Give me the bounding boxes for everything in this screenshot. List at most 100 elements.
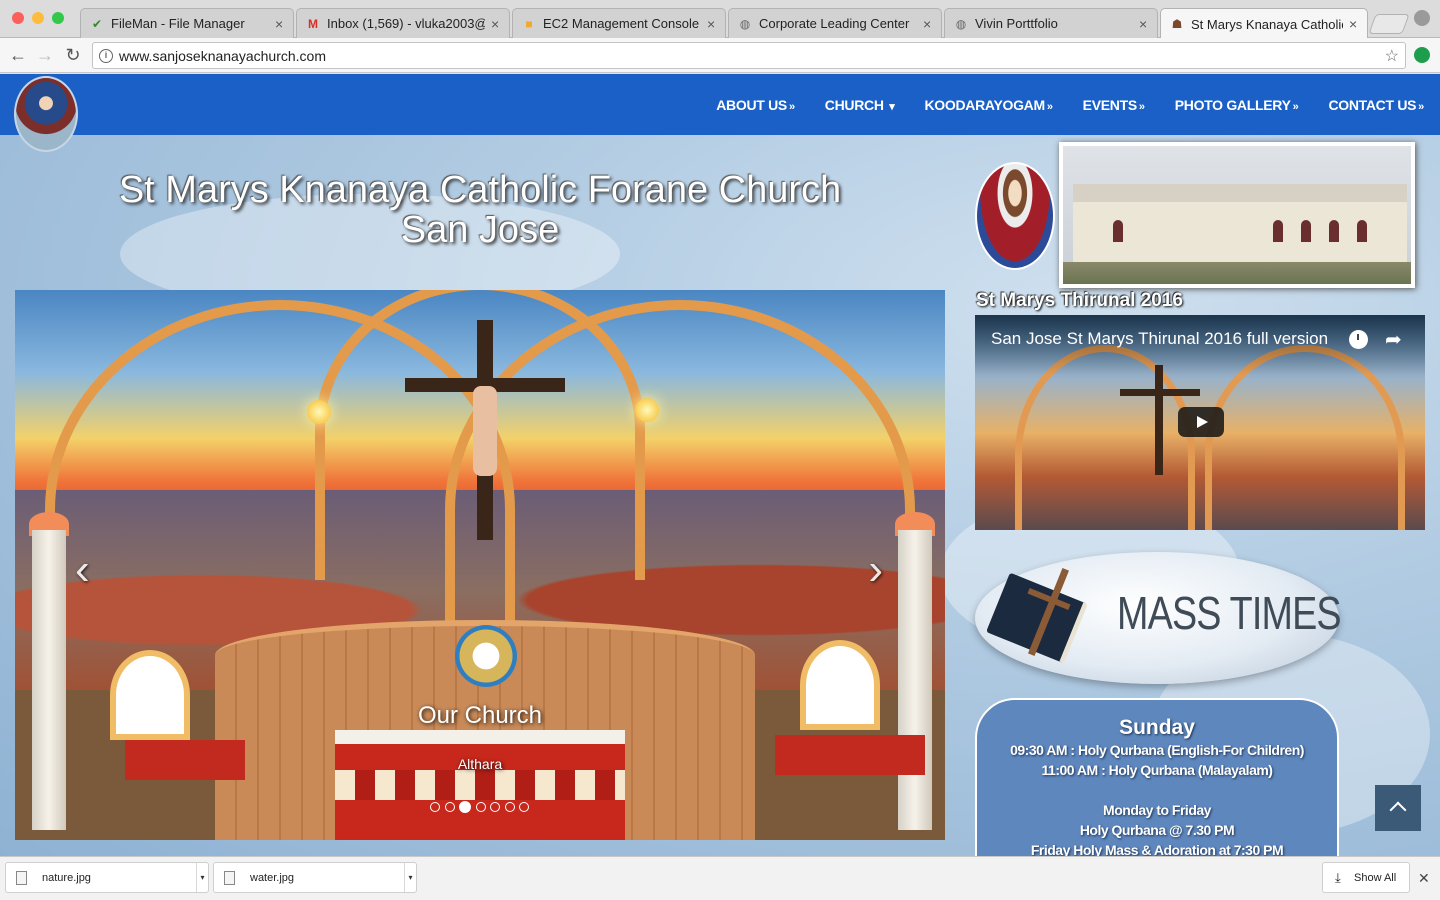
title-line-1: St Marys Knanaya Catholic Forane Church xyxy=(118,169,842,211)
nav-contact-us[interactable]: CONTACT US» xyxy=(1328,97,1424,113)
carousel-next-icon[interactable]: › xyxy=(868,545,883,595)
back-arrow-icon[interactable]: ← xyxy=(8,45,28,65)
carousel-dot[interactable] xyxy=(459,801,471,813)
tab-strip: ✔ FileMan - File Manager × M Inbox (1,56… xyxy=(0,0,1440,39)
tab-title: Inbox (1,569) - vluka2003@ xyxy=(327,16,485,31)
aws-icon: ■ xyxy=(525,16,533,31)
address-bar[interactable]: i www.sanjoseknanayachurch.com ☆ xyxy=(92,42,1406,69)
nav-label: ABOUT US xyxy=(716,96,787,113)
tab-close-icon[interactable]: × xyxy=(491,16,501,32)
forward-arrow-icon[interactable]: → xyxy=(35,45,55,65)
video-crucifix-beam xyxy=(1120,389,1200,396)
page-title: St Marys Knanaya Catholic Forane Church … xyxy=(30,170,930,250)
church-logo[interactable] xyxy=(14,76,78,152)
tab-church-active[interactable]: ☗ St Marys Knanaya Catholic F × xyxy=(1160,8,1368,39)
altar-cloth xyxy=(335,770,625,800)
show-all-downloads-button[interactable]: ⤓ Show All xyxy=(1322,862,1410,893)
tab-close-icon[interactable]: × xyxy=(923,16,933,32)
close-downloads-icon[interactable]: ✕ xyxy=(1418,870,1430,887)
maximize-window-button[interactable] xyxy=(52,12,64,24)
lamp xyxy=(635,398,659,422)
video-title[interactable]: San Jose St Marys Thirunal 2016 full ver… xyxy=(991,329,1328,349)
altar-emblem xyxy=(455,625,517,687)
thirunal-heading: St Marys Thirunal 2016 xyxy=(976,290,1183,311)
download-filename: water.jpg xyxy=(250,872,295,884)
play-button-icon[interactable] xyxy=(1178,407,1224,437)
gmail-icon: M xyxy=(308,16,318,31)
download-filename: nature.jpg xyxy=(42,872,91,884)
church-building-photo xyxy=(1059,142,1415,288)
download-item[interactable]: water.jpg ▾ xyxy=(213,862,417,893)
schedule-line: 11:00 AM : Holy Qurbana (Malayalam) xyxy=(1041,762,1273,778)
caret-down-icon: ▾ xyxy=(889,100,895,113)
carousel-dot[interactable] xyxy=(475,802,486,812)
nav-about-us[interactable]: ABOUT US» xyxy=(716,97,795,113)
extension-icon[interactable] xyxy=(1414,47,1430,63)
reload-icon[interactable]: ↻ xyxy=(63,45,83,65)
bookmark-star-icon[interactable]: ☆ xyxy=(1385,46,1399,66)
schedule-line: 09:30 AM : Holy Qurbana (English-For Chi… xyxy=(1010,742,1304,758)
share-icon[interactable]: ➦ xyxy=(1385,327,1402,352)
carousel-dot[interactable] xyxy=(519,802,529,812)
tab-title: Corporate Leading Center xyxy=(759,16,910,31)
main-nav: ABOUT US» CHURCH ▾ KOODARAYOGAM» EVENTS»… xyxy=(686,74,1424,135)
site-info-icon[interactable]: i xyxy=(99,49,113,63)
url-text[interactable]: www.sanjoseknanayachurch.com xyxy=(119,48,326,64)
image-carousel[interactable]: Our Church Althara ‹ › xyxy=(15,290,945,840)
download-icon: ⤓ xyxy=(1335,870,1341,885)
nav-label: KOODARAYOGAM xyxy=(924,96,1046,113)
tab-ec2[interactable]: ■ EC2 Management Console × xyxy=(512,8,726,38)
tab-corporate[interactable]: ◍ Corporate Leading Center × xyxy=(728,8,942,38)
schedule-line: Friday Holy Mass & Adoration at 7:30 PM xyxy=(1030,842,1284,856)
chevron-right-icon: » xyxy=(1046,100,1053,113)
nav-events[interactable]: EVENTS» xyxy=(1083,97,1145,113)
chevron-down-icon[interactable]: ▾ xyxy=(196,863,208,892)
carousel-dot[interactable] xyxy=(444,802,455,812)
download-item[interactable]: nature.jpg ▾ xyxy=(5,862,209,893)
nav-church[interactable]: CHURCH ▾ xyxy=(825,97,895,113)
chevron-down-icon[interactable]: ▾ xyxy=(404,863,416,892)
carousel-dot[interactable] xyxy=(504,802,515,812)
tab-title: EC2 Management Console xyxy=(543,16,700,31)
close-window-button[interactable] xyxy=(12,12,24,24)
carousel-dot[interactable] xyxy=(430,802,440,812)
youtube-video-embed[interactable]: San Jose St Marys Thirunal 2016 full ver… xyxy=(975,315,1425,530)
tab-close-icon[interactable]: × xyxy=(1349,16,1359,32)
lamp xyxy=(307,400,331,424)
saint-portrait xyxy=(975,162,1055,270)
back-to-top-button[interactable] xyxy=(1375,785,1421,831)
new-tab-button[interactable] xyxy=(1368,14,1410,34)
nav-koodarayogam[interactable]: KOODARAYOGAM» xyxy=(925,97,1053,113)
tab-inbox[interactable]: M Inbox (1,569) - vluka2003@ × xyxy=(296,8,510,38)
chevron-right-icon: » xyxy=(1138,100,1145,113)
tab-close-icon[interactable]: × xyxy=(1139,16,1149,32)
tab-title: FileMan - File Manager xyxy=(111,16,245,31)
show-all-label: Show All xyxy=(1354,872,1397,884)
image-file-icon xyxy=(16,871,27,885)
photo-lawn xyxy=(1063,262,1411,284)
nav-label: EVENTS xyxy=(1082,96,1138,113)
carousel-prev-icon[interactable]: ‹ xyxy=(75,545,90,595)
tab-fileman[interactable]: ✔ FileMan - File Manager × xyxy=(80,8,294,38)
tab-close-icon[interactable]: × xyxy=(275,16,285,32)
nav-photo-gallery[interactable]: PHOTO GALLERY» xyxy=(1175,97,1299,113)
schedule-spacer xyxy=(977,780,1337,800)
check-icon: ✔ xyxy=(91,16,103,31)
tab-title: Vivin Porttfolio xyxy=(975,16,1058,31)
profile-icon[interactable] xyxy=(1414,10,1430,26)
downloads-bar: nature.jpg ▾ water.jpg ▾ ⤓ Show All ✕ xyxy=(0,856,1440,900)
schedule-day-weekday: Monday to Friday xyxy=(1103,802,1211,818)
video-crucifix xyxy=(1155,365,1163,475)
browser-toolbar: ← → ↻ i www.sanjoseknanayachurch.com ☆ xyxy=(0,38,1440,73)
photo-window xyxy=(1113,220,1123,242)
title-line-2: San Jose xyxy=(400,209,560,251)
globe-icon: ◍ xyxy=(955,16,967,31)
watch-later-icon[interactable] xyxy=(1349,330,1368,349)
minimize-window-button[interactable] xyxy=(32,12,44,24)
tab-portfolio[interactable]: ◍ Vivin Porttfolio × xyxy=(944,8,1158,38)
photo-window xyxy=(1329,220,1339,242)
carousel-dot[interactable] xyxy=(490,802,500,812)
tab-close-icon[interactable]: × xyxy=(707,16,717,32)
slide-caption-subtitle: Althara xyxy=(457,756,503,772)
photo-roof xyxy=(1073,184,1407,204)
